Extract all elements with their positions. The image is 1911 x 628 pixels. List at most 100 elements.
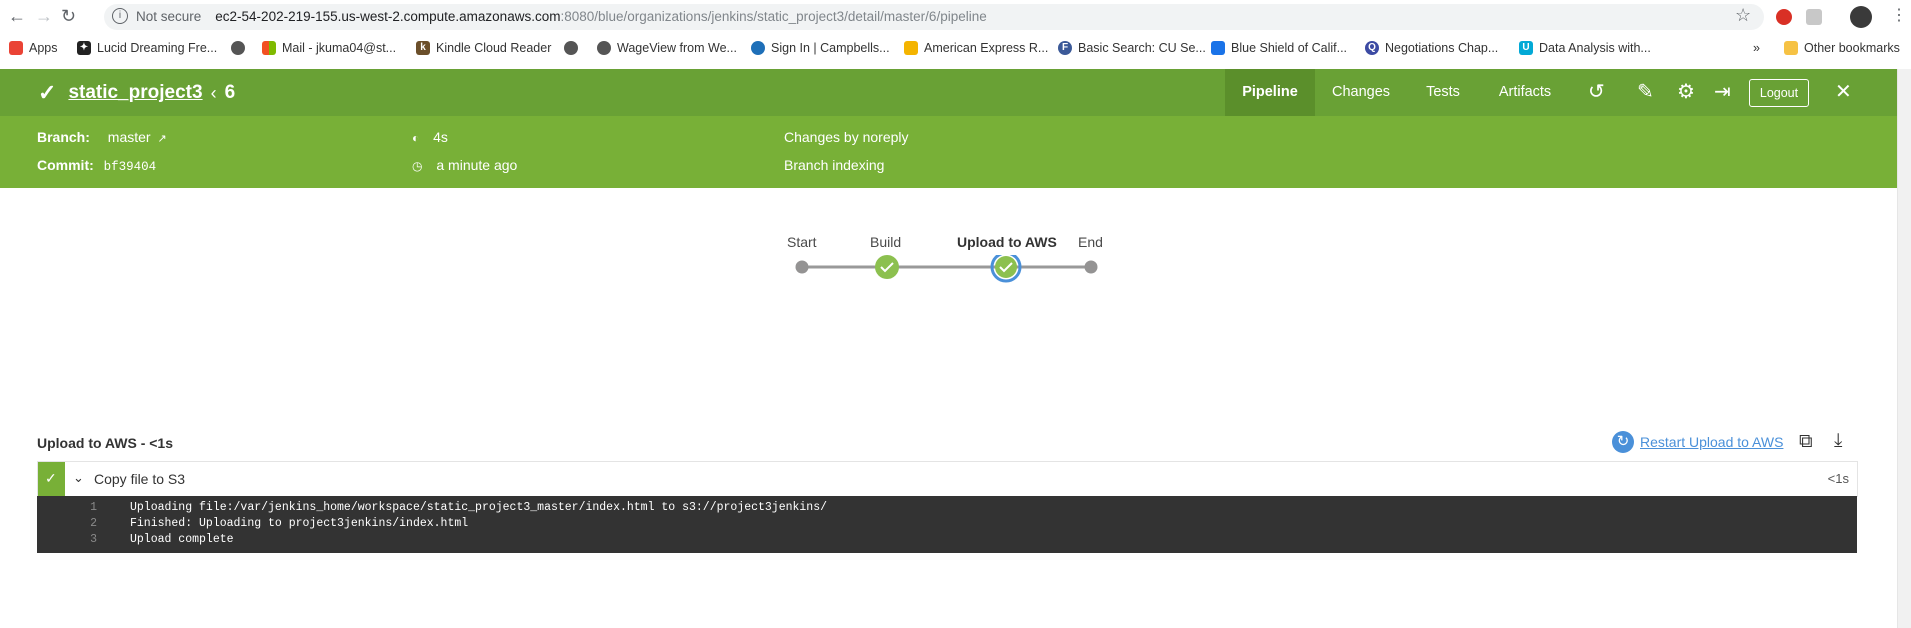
bookmark-wageview[interactable]: WageView from We...: [597, 41, 737, 55]
log-line-text: Uploading file:/var/jenkins_home/workspa…: [130, 501, 828, 514]
bookmark-cu-search[interactable]: F Basic Search: CU Se...: [1058, 41, 1206, 55]
bookmark-campbells[interactable]: Sign In | Campbells...: [751, 41, 890, 55]
bookmark-label: Blue Shield of Calif...: [1231, 41, 1348, 55]
pipeline-graph: [795, 255, 1098, 283]
bookmark-label: Other bookmarks: [1804, 41, 1900, 55]
page-scrollbar[interactable]: [1897, 69, 1911, 628]
open-external-icon[interactable]: ⧉: [1799, 431, 1813, 453]
close-icon[interactable]: ✕: [1835, 80, 1852, 104]
shield-icon: [1211, 41, 1225, 55]
run-summary-bar: [0, 116, 1898, 188]
log-line-number: 2: [90, 517, 97, 530]
commit-row: Commit: bf39404: [37, 157, 156, 174]
bookmark-kindle[interactable]: k Kindle Cloud Reader: [416, 41, 551, 55]
forward-icon[interactable]: →: [35, 6, 53, 26]
info-icon[interactable]: i: [112, 8, 128, 24]
time-ago-value: a minute ago: [436, 157, 518, 173]
chevron-left-icon: ‹: [210, 82, 217, 103]
exit-classic-icon[interactable]: ⇥: [1714, 80, 1731, 104]
microsoft-icon: [262, 41, 276, 55]
kindle-icon: k: [416, 41, 430, 55]
stage-label-start: Start: [787, 234, 817, 250]
bookmark-label: Basic Search: CU Se...: [1078, 41, 1206, 55]
bookmark-label: Apps: [29, 41, 58, 55]
branch-value[interactable]: master: [108, 129, 151, 145]
q-icon: Q: [1365, 41, 1379, 55]
check-icon: ✓: [38, 80, 57, 105]
tab-changes[interactable]: Changes: [1325, 69, 1397, 116]
stage-label-upload: Upload to AWS: [957, 234, 1057, 250]
stage-node-end: [1084, 260, 1098, 274]
stage-label-build: Build: [870, 234, 902, 250]
bookmark-label: WageView from We...: [617, 41, 737, 55]
log-line-number: 1: [90, 501, 97, 514]
log-line: 2 Finished: Uploading to project3jenkins/…: [37, 517, 468, 530]
edit-icon[interactable]: ✎: [1637, 80, 1654, 104]
rerun-icon[interactable]: ↺: [1588, 80, 1605, 104]
bookmark-negotiations[interactable]: Q Negotiations Chap...: [1365, 41, 1498, 55]
bookmark-data-analysis[interactable]: U Data Analysis with...: [1519, 41, 1651, 55]
star-icon[interactable]: ☆: [1735, 5, 1751, 26]
step-row[interactable]: ✓ ⌄ Copy file to S3 <1s: [37, 461, 1858, 497]
stopwatch-icon: ◐: [412, 131, 420, 145]
bookmark-label: Negotiations Chap...: [1385, 41, 1499, 55]
lucid-icon: ✦: [77, 41, 91, 55]
log-line-number: 3: [90, 533, 97, 546]
url-text: Not secure ec2-54-202-219-155.us-west-2.c…: [136, 9, 987, 24]
browser-chrome: ← → ↻ i Not secure ec2-54-202-219-155.us-…: [0, 0, 1911, 66]
commit-value: bf39404: [103, 160, 157, 174]
logout-button[interactable]: Logout: [1749, 79, 1809, 107]
other-bookmarks[interactable]: Other bookmarks: [1784, 41, 1900, 55]
log-line: 1 Uploading file:/var/jenkins_home/worksp…: [37, 501, 827, 514]
run-title: ✓ static_project3 ‹ 6: [38, 80, 235, 106]
restart-label: Restart Upload to AWS: [1640, 434, 1784, 450]
bookmark-apps[interactable]: Apps: [9, 41, 58, 55]
tab-pipeline[interactable]: Pipeline: [1225, 69, 1315, 116]
step-status: ✓: [38, 462, 65, 496]
time-row: ◷ a minute ago: [412, 157, 517, 173]
url-path: :8080/blue/organizations/jenkins/static_…: [560, 9, 987, 24]
chevron-down-icon[interactable]: ⌄: [73, 470, 84, 486]
branch-row: Branch: master ↗: [37, 129, 167, 145]
duration-value: 4s: [433, 129, 448, 145]
stage-node-start: [795, 260, 809, 274]
check-icon: ✓: [45, 470, 57, 486]
jenkins-header: [0, 69, 1898, 116]
url-host: ec2-54-202-219-155.us-west-2.compute.ama…: [215, 9, 561, 24]
bookmark-label: Data Analysis with...: [1539, 41, 1651, 55]
gear-icon[interactable]: ⚙: [1677, 80, 1695, 104]
not-secure-label: Not secure: [136, 9, 202, 24]
log-line-text: Upload complete: [130, 533, 234, 546]
stage-node-upload[interactable]: [995, 256, 1017, 278]
more-bookmarks[interactable]: »: [1753, 41, 1760, 55]
bookmark-label: Lucid Dreaming Fre...: [97, 41, 218, 55]
commit-label: Commit:: [37, 157, 94, 173]
bookmark-mail[interactable]: Mail - jkuma04@st...: [262, 41, 396, 55]
back-icon[interactable]: ←: [8, 6, 26, 26]
bookmark-lucid-dreaming[interactable]: ✦ Lucid Dreaming Fre...: [77, 41, 217, 55]
project-link[interactable]: static_project3: [68, 82, 202, 104]
external-link-icon[interactable]: ↗: [157, 133, 166, 145]
extension-gray-icon[interactable]: [1806, 9, 1822, 25]
restart-stage-button[interactable]: ↻ Restart Upload to AWS: [1612, 431, 1783, 453]
bookmark-globe-1[interactable]: [231, 41, 245, 55]
globe-icon: [231, 41, 245, 55]
menu-icon[interactable]: ⋮: [1891, 5, 1907, 25]
tab-tests[interactable]: Tests: [1410, 69, 1476, 116]
bookmark-blue-shield[interactable]: Blue Shield of Calif...: [1211, 41, 1347, 55]
amex-icon: [904, 41, 918, 55]
stage-node-build[interactable]: [875, 255, 899, 279]
reload-icon[interactable]: ↻: [61, 6, 76, 26]
stage-log-title: Upload to AWS - <1s: [37, 435, 173, 451]
bookmark-label: American Express R...: [924, 41, 1049, 55]
chevron-double-right-icon: »: [1753, 41, 1760, 55]
download-icon[interactable]: ⤓: [1834, 430, 1842, 452]
bookmark-globe-2[interactable]: [564, 41, 578, 55]
profile-avatar[interactable]: [1850, 6, 1872, 28]
tab-artifacts[interactable]: Artifacts: [1488, 69, 1562, 116]
step-duration: <1s: [1827, 471, 1849, 486]
udemy-icon: U: [1519, 41, 1533, 55]
globe-icon: [597, 41, 611, 55]
extension-red-icon[interactable]: [1776, 9, 1792, 25]
bookmark-amex[interactable]: American Express R...: [904, 41, 1048, 55]
